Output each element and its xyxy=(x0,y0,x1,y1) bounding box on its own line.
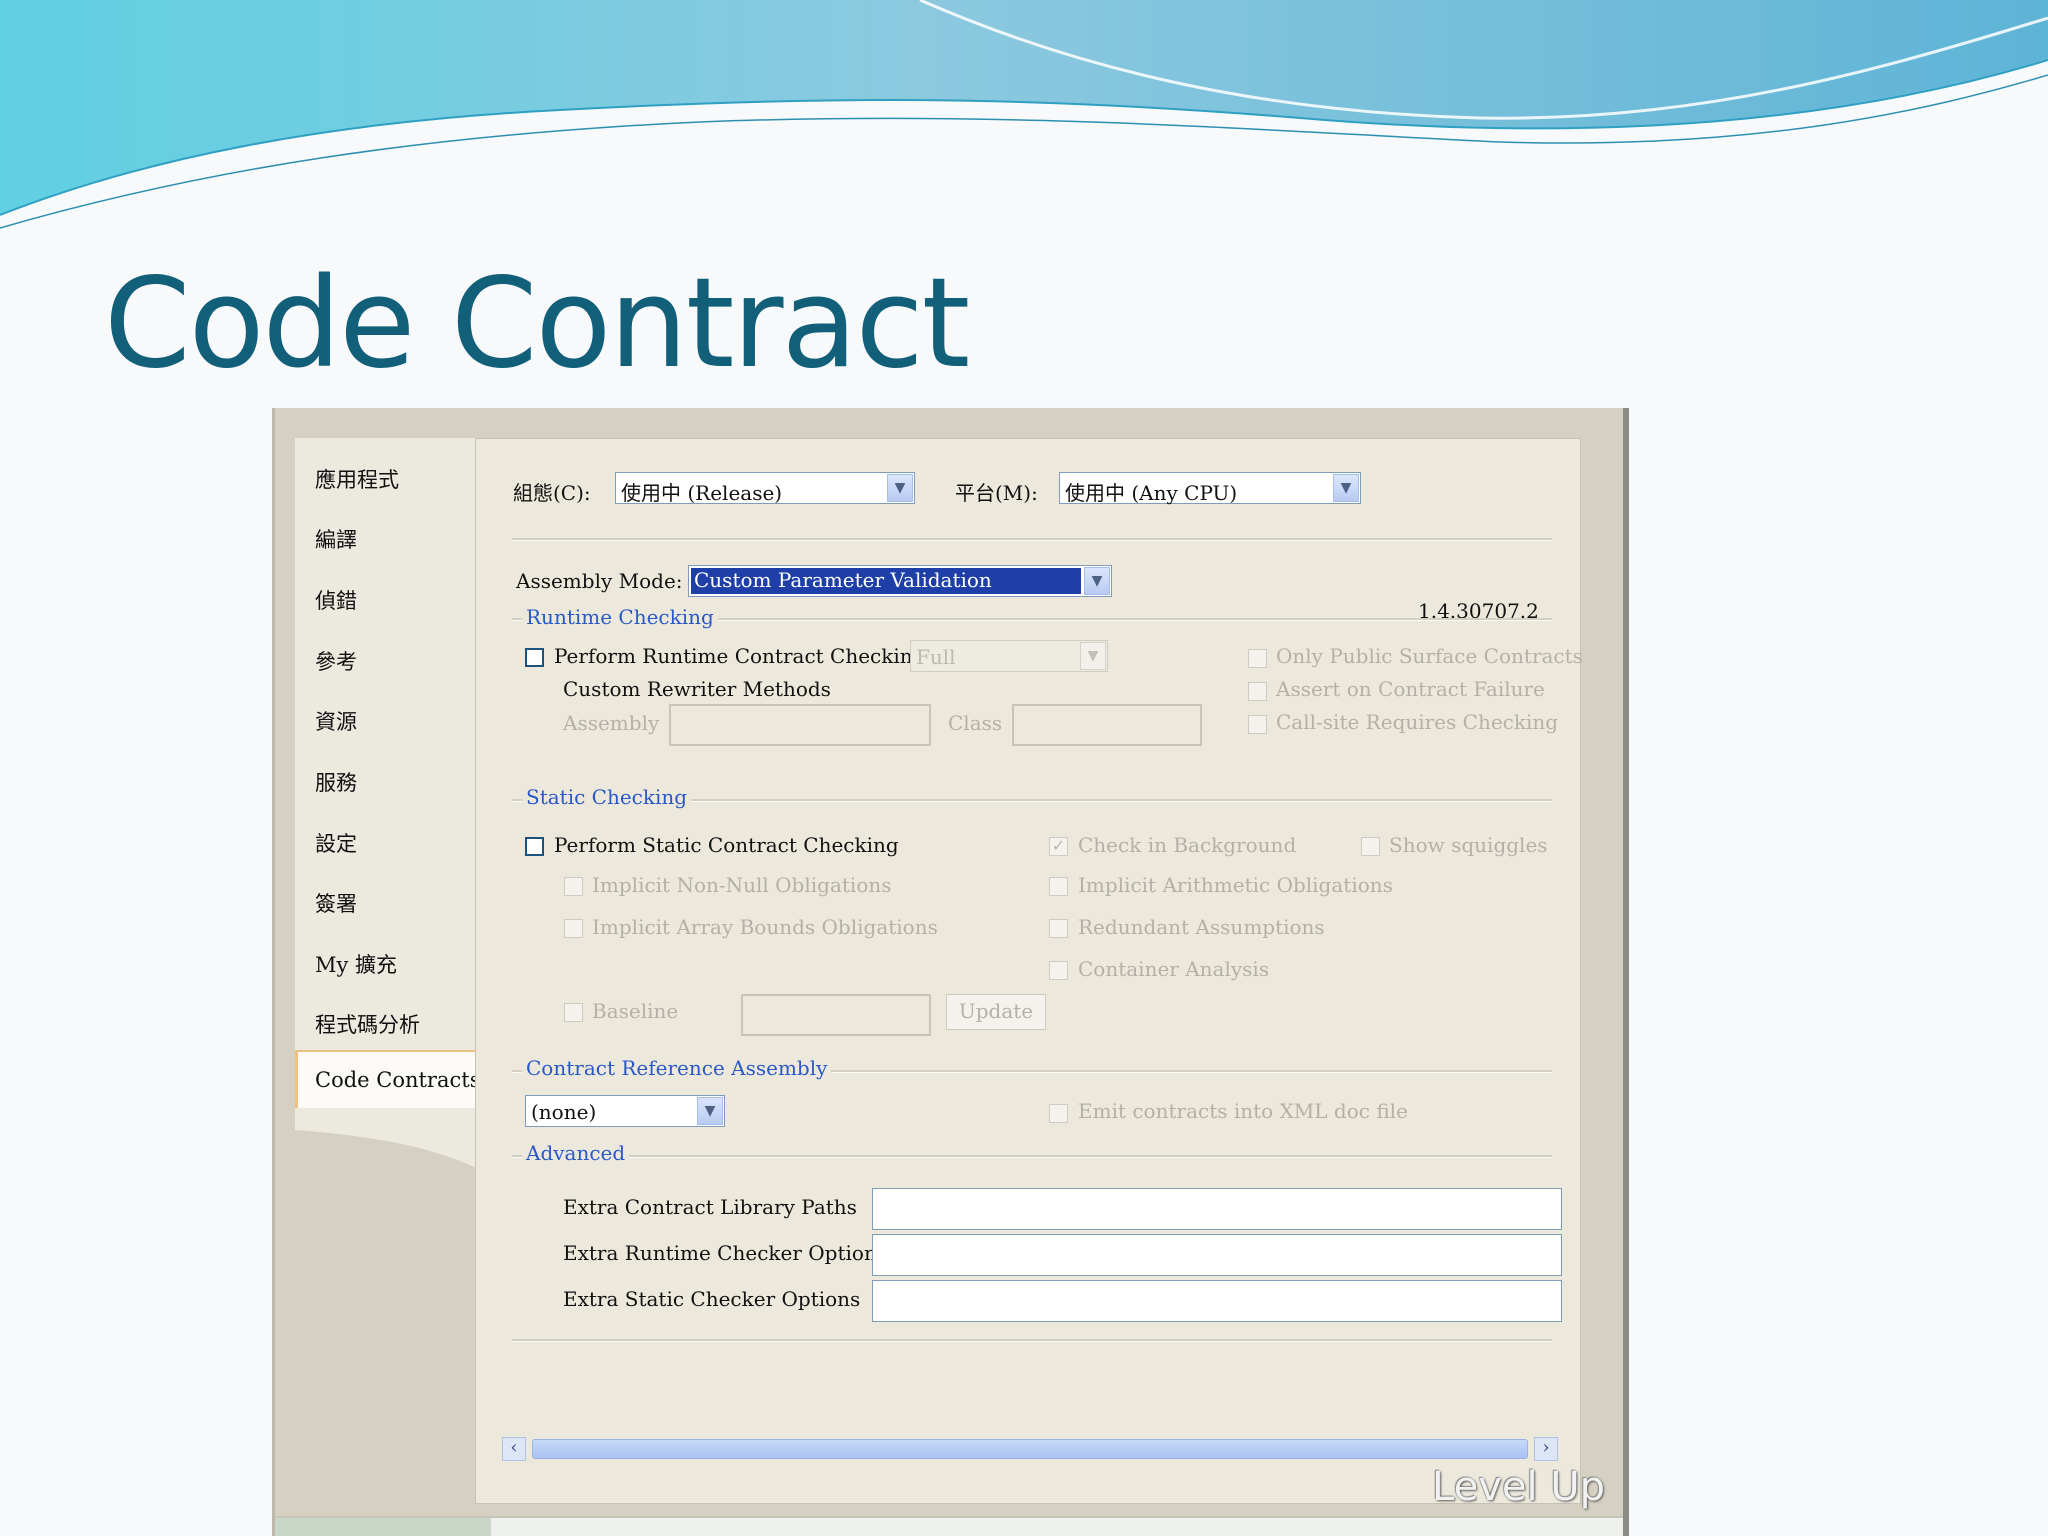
static-checking-group-label: Static Checking xyxy=(522,785,692,809)
runtime-level-value: Full xyxy=(916,645,956,669)
configuration-label: 組態(C): xyxy=(513,481,591,505)
advanced-group-line xyxy=(512,1155,1552,1158)
assembly-mode-label: Assembly Mode: xyxy=(516,569,683,593)
chevron-down-icon[interactable]: ▼ xyxy=(1080,642,1106,670)
nav-item-code-analysis[interactable]: 程式碼分析 xyxy=(315,1009,420,1039)
assembly-mode-value: Custom Parameter Validation xyxy=(691,568,1081,594)
reference-assembly-group-label: Contract Reference Assembly xyxy=(522,1056,832,1080)
perform-runtime-checking-label: Perform Runtime Contract Checking xyxy=(554,644,926,668)
implicit-array-bounds-label: Implicit Array Bounds Obligations xyxy=(592,915,938,939)
nav-item-code-contracts-label: Code Contracts xyxy=(315,1068,481,1092)
perform-runtime-checking-checkbox[interactable] xyxy=(525,648,544,667)
nav-item-settings[interactable]: 設定 xyxy=(315,828,357,858)
chevron-down-icon[interactable]: ▼ xyxy=(1084,567,1110,595)
implicit-nonnull-checkbox[interactable] xyxy=(564,877,583,896)
extra-static-options-input[interactable] xyxy=(872,1280,1562,1322)
check-in-background-label: Check in Background xyxy=(1078,833,1297,857)
configuration-value: 使用中 (Release) xyxy=(621,481,783,505)
platform-dropdown[interactable]: 使用中 (Any CPU) ▼ xyxy=(1059,472,1361,505)
only-public-surface-label: Only Public Surface Contracts xyxy=(1276,644,1583,668)
nav-item-debug[interactable]: 偵錯 xyxy=(315,585,357,615)
code-contracts-panel: 組態(C): 使用中 (Release) ▼ 平台(M): 使用中 (Any C… xyxy=(475,438,1583,1504)
nav-item-code-contracts[interactable]: Code Contracts xyxy=(295,1050,495,1108)
header-divider xyxy=(512,538,1552,541)
baseline-input[interactable] xyxy=(741,994,931,1036)
nav-item-references[interactable]: 參考 xyxy=(315,646,357,676)
nav-item-resources[interactable]: 資源 xyxy=(315,706,357,736)
implicit-arithmetic-label: Implicit Arithmetic Obligations xyxy=(1078,873,1393,897)
sidebar-wedge-decoration xyxy=(295,1078,495,1178)
extra-library-paths-label: Extra Contract Library Paths xyxy=(563,1195,857,1219)
nav-item-services[interactable]: 服務 xyxy=(315,767,357,797)
nav-item-signing[interactable]: 簽署 xyxy=(315,888,357,918)
rewriter-assembly-input[interactable] xyxy=(669,704,931,746)
implicit-arithmetic-checkbox[interactable] xyxy=(1049,877,1068,896)
extra-static-options-label: Extra Static Checker Options xyxy=(563,1287,861,1311)
rewriter-assembly-label: Assembly xyxy=(563,711,660,735)
assert-on-failure-checkbox[interactable] xyxy=(1248,682,1267,701)
reference-assembly-dropdown[interactable]: (none) ▼ xyxy=(525,1095,725,1127)
only-public-surface-checkbox[interactable] xyxy=(1248,649,1267,668)
container-analysis-checkbox[interactable] xyxy=(1049,961,1068,980)
screenshot-bottom-left-strip xyxy=(275,1518,491,1536)
assert-on-failure-label: Assert on Contract Failure xyxy=(1276,677,1545,701)
baseline-label: Baseline xyxy=(592,999,679,1023)
advanced-bottom-line xyxy=(512,1339,1552,1342)
redundant-assumptions-label: Redundant Assumptions xyxy=(1078,915,1325,939)
rewriter-class-label: Class xyxy=(948,711,1003,735)
callsite-requires-checkbox[interactable] xyxy=(1248,715,1267,734)
redundant-assumptions-checkbox[interactable] xyxy=(1049,919,1068,938)
header-wave-decoration xyxy=(0,0,2048,229)
extra-runtime-options-label: Extra Runtime Checker Options xyxy=(563,1241,888,1265)
extra-library-paths-input[interactable] xyxy=(872,1188,1562,1230)
scrollbar-thumb[interactable] xyxy=(532,1439,1528,1459)
perform-static-checking-label: Perform Static Contract Checking xyxy=(554,833,899,857)
chevron-down-icon[interactable]: ▼ xyxy=(697,1097,723,1125)
advanced-group-label: Advanced xyxy=(522,1141,630,1165)
runtime-level-dropdown[interactable]: Full ▼ xyxy=(910,640,1108,672)
implicit-array-bounds-checkbox[interactable] xyxy=(564,919,583,938)
baseline-checkbox[interactable] xyxy=(564,1003,583,1022)
update-button[interactable]: Update xyxy=(946,994,1046,1030)
slide-title: Code Contract xyxy=(104,252,970,396)
perform-static-checking-checkbox[interactable] xyxy=(525,837,544,856)
chevron-right-icon[interactable]: › xyxy=(1534,1437,1558,1461)
configuration-dropdown[interactable]: 使用中 (Release) ▼ xyxy=(615,472,915,505)
extra-runtime-options-input[interactable] xyxy=(872,1234,1562,1276)
show-squiggles-label: Show squiggles xyxy=(1389,833,1548,857)
emit-contracts-xml-label: Emit contracts into XML doc file xyxy=(1078,1099,1408,1123)
platform-label: 平台(M): xyxy=(955,481,1038,505)
callsite-requires-label: Call-site Requires Checking xyxy=(1276,710,1559,734)
chevron-left-icon[interactable]: ‹ xyxy=(502,1437,526,1461)
chevron-down-icon[interactable]: ▼ xyxy=(1333,474,1359,502)
show-squiggles-checkbox[interactable] xyxy=(1361,837,1380,856)
project-properties-screenshot: 應用程式 編譯 偵錯 參考 資源 服務 設定 簽署 My 擴充 程式碼分析 Co… xyxy=(272,408,1629,1536)
properties-sidebar: 應用程式 編譯 偵錯 參考 資源 服務 設定 簽署 My 擴充 程式碼分析 Co… xyxy=(295,438,495,1498)
reference-assembly-value: (none) xyxy=(531,1100,597,1124)
nav-item-compile[interactable]: 編譯 xyxy=(315,524,357,554)
container-analysis-label: Container Analysis xyxy=(1078,957,1270,981)
runtime-checking-group-label: Runtime Checking xyxy=(522,605,718,629)
emit-contracts-xml-checkbox[interactable] xyxy=(1049,1104,1068,1123)
horizontal-scrollbar[interactable]: ‹ › xyxy=(502,1437,1558,1461)
rewriter-class-input[interactable] xyxy=(1012,704,1202,746)
assembly-mode-dropdown[interactable]: Custom Parameter Validation ▼ xyxy=(688,565,1112,597)
platform-value: 使用中 (Any CPU) xyxy=(1065,481,1238,505)
nav-item-application[interactable]: 應用程式 xyxy=(315,464,399,494)
check-in-background-checkbox[interactable]: ✓ xyxy=(1049,837,1068,856)
chevron-down-icon[interactable]: ▼ xyxy=(887,474,913,502)
custom-rewriter-label: Custom Rewriter Methods xyxy=(563,677,831,701)
nav-item-my-extensions[interactable]: My 擴充 xyxy=(315,949,397,979)
screenshot-bottom-edge xyxy=(275,1516,1623,1536)
level-up-watermark: Level Up xyxy=(1432,1464,1605,1510)
implicit-nonnull-label: Implicit Non-Null Obligations xyxy=(592,873,892,897)
